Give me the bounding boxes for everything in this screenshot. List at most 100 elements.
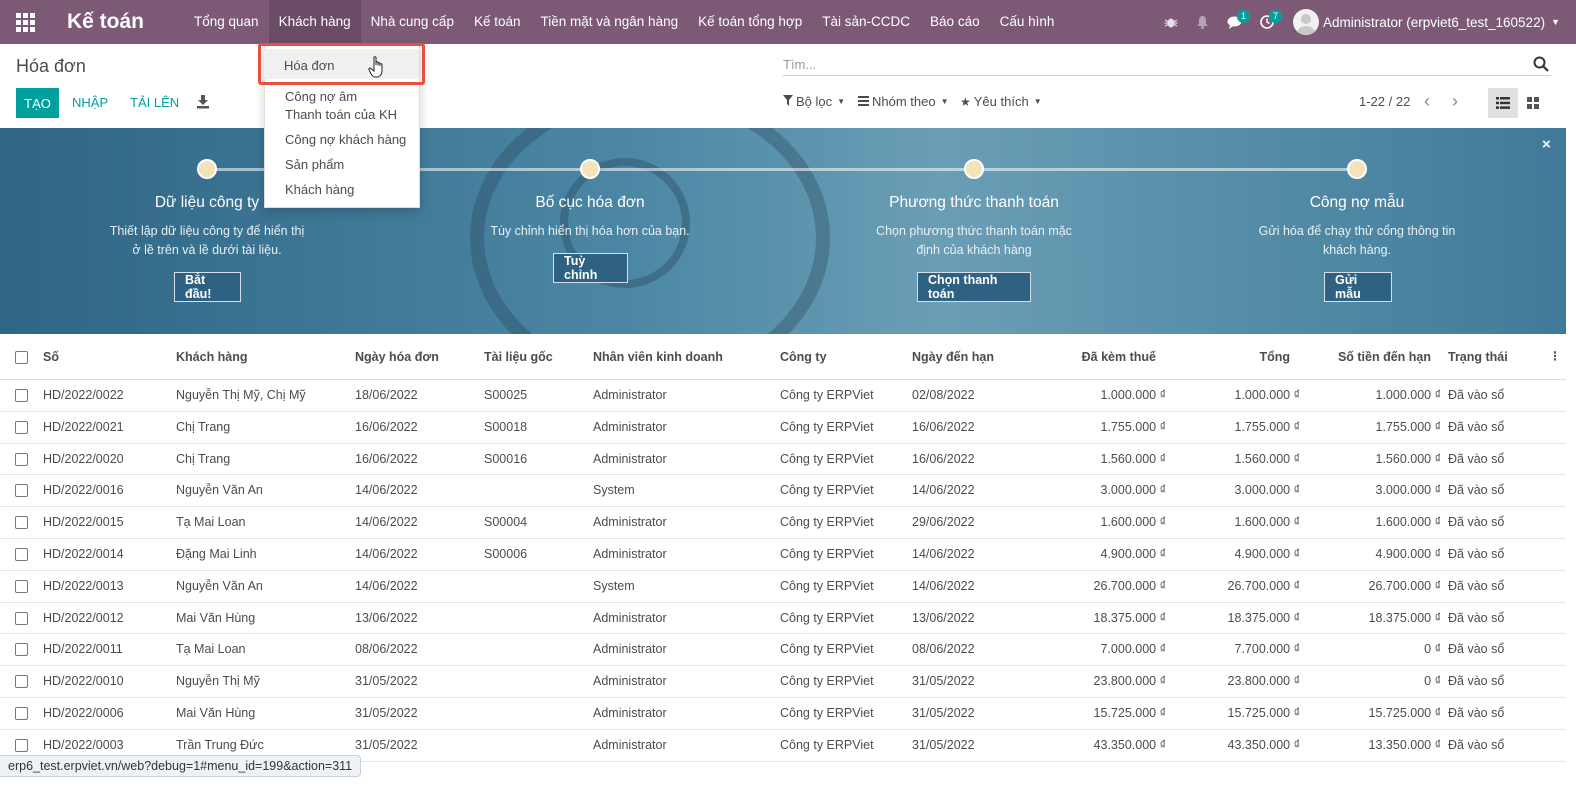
kanban-view-button[interactable] [1518, 88, 1548, 118]
choose-payment-button[interactable]: Chọn thanh toán [917, 272, 1031, 302]
cell-salesperson: Administrator [593, 674, 667, 689]
chevron-down-icon: ▼ [1033, 97, 1042, 106]
column-header-tax-included[interactable]: Đã kèm thuế [1050, 350, 1156, 364]
bell-icon[interactable] [1187, 0, 1219, 44]
apps-menu-icon[interactable] [3, 0, 47, 44]
column-header-salesperson[interactable]: Nhân viên kinh doanh [593, 350, 723, 364]
user-menu[interactable]: Administrator (erpviet6_test_160522) ▼ [1292, 9, 1560, 35]
start-button[interactable]: Bắt đầu! [174, 272, 241, 302]
debug-bug-icon[interactable] [1155, 0, 1187, 44]
column-header-number[interactable]: Số [43, 350, 59, 364]
menu-nha-cung-cap[interactable]: Nhà cung cấp [361, 0, 464, 44]
cell-status: Đã vào sổ [1448, 642, 1505, 657]
cell-source-document: S00025 [484, 388, 528, 402]
row-checkbox[interactable] [15, 389, 28, 402]
pager-previous-icon[interactable]: ‹ [1424, 91, 1430, 112]
row-checkbox[interactable] [15, 643, 28, 657]
column-header-amount-due[interactable]: Số tiền đến hạn [1320, 350, 1431, 364]
cell-customer: Chị Trang [176, 451, 231, 466]
table-row[interactable]: HD/2022/0013 Nguyễn Văn An 14/06/2022 Syste… [0, 571, 1566, 603]
row-checkbox[interactable] [15, 516, 28, 530]
cell-amount-due: 4.900.000 ₫ [1375, 546, 1442, 561]
menu-tien-mat-ngan-hang[interactable]: Tiền mặt và ngân hàng [531, 0, 689, 44]
table-row[interactable]: HD/2022/0020 Chị Trang 16/06/2022 S00016 Adm… [0, 444, 1566, 476]
customize-button[interactable]: Tuỳ chỉnh [553, 253, 628, 283]
favorites-button[interactable]: ★ Yêu thích ▼ [960, 94, 1042, 109]
cell-customer: Mai Văn Hùng [176, 705, 256, 720]
row-checkbox[interactable] [15, 484, 28, 498]
column-header-company[interactable]: Công ty [780, 350, 827, 364]
import-button[interactable]: NHẬP [72, 88, 108, 118]
search-input[interactable] [783, 54, 1523, 74]
menu-bao-cao[interactable]: Báo cáo [920, 0, 990, 44]
cell-invoice-date: 14/06/2022 [355, 578, 418, 593]
column-header-source-document[interactable]: Tài liệu gốc [484, 350, 553, 364]
cell-source-document: S00016 [484, 451, 528, 466]
row-checkbox[interactable] [15, 706, 28, 720]
search-icon[interactable] [1533, 56, 1549, 72]
cell-company: Công ty ERPViet [780, 737, 874, 752]
menu-cau-hinh[interactable]: Cấu hình [990, 0, 1065, 44]
table-row[interactable]: HD/2022/0021 Chị Trang 16/06/2022 S00018 Adm… [0, 412, 1566, 444]
row-checkbox[interactable] [15, 738, 28, 752]
cell-total: 23.800.000 ₫ [1227, 674, 1300, 689]
cell-invoice-date: 31/05/2022 [355, 705, 418, 720]
column-header-invoice-date[interactable]: Ngày hóa đơn [355, 350, 439, 364]
cell-status: Đã vào sổ [1448, 515, 1505, 530]
activity-clock-icon[interactable]: 7 [1251, 0, 1283, 44]
step-payment-method: Phương thức thanh toán Chọn phương thức … [844, 194, 1104, 260]
row-checkbox[interactable] [15, 420, 28, 434]
table-row[interactable]: HD/2022/0006 Mai Văn Hùng 31/05/2022 Admini… [0, 698, 1566, 730]
column-header-due-date[interactable]: Ngày đến hạn [912, 350, 994, 364]
app-brand[interactable]: Kế toán [67, 10, 144, 34]
filter-button[interactable]: Bộ lọc ▼ [783, 94, 845, 109]
top-navbar: Kế toán Tổng quan Khách hàng Nhà cung cấ… [0, 0, 1576, 44]
user-name: Administrator (erpviet6_test_160522) [1322, 14, 1546, 30]
table-row[interactable]: HD/2022/0016 Nguyễn Văn An 14/06/2022 Syste… [0, 475, 1566, 508]
cell-amount-due: 13.350.000 ₫ [1368, 737, 1441, 752]
row-checkbox[interactable] [15, 611, 28, 625]
cell-status: Đã vào sổ [1448, 578, 1505, 593]
dropdown-item-customer-payments[interactable]: Thanh toán của KH [285, 107, 397, 122]
dropdown-item-invoices[interactable]: Hóa đơn [264, 49, 419, 79]
row-checkbox[interactable] [15, 547, 28, 561]
table-row[interactable]: HD/2022/0022 Nguyễn Thị Mỹ, Chị Mỹ 18/06/2… [0, 380, 1566, 412]
dropdown-item-customers[interactable]: Khách hàng [285, 182, 354, 197]
dropdown-item-debit-notes[interactable]: Công nợ âm [285, 89, 357, 104]
download-icon[interactable] [196, 94, 210, 110]
group-by-button[interactable]: Nhóm theo ▼ [858, 94, 949, 109]
pager-next-icon[interactable]: › [1452, 91, 1458, 112]
column-header-customer[interactable]: Khách hàng [176, 350, 248, 364]
menu-tai-san-ccdc[interactable]: Tài sản-CCDC [812, 0, 920, 44]
send-sample-button[interactable]: Gửi mẫu [1324, 272, 1392, 302]
column-header-status[interactable]: Trạng thái [1448, 350, 1508, 364]
dropdown-item-customer-receivables[interactable]: Công nợ khách hàng [285, 132, 406, 147]
close-icon[interactable]: × [1542, 136, 1551, 153]
menu-khach-hang[interactable]: Khách hàng [268, 0, 361, 44]
chat-icon[interactable]: 1 [1219, 0, 1251, 44]
list-view-button[interactable] [1488, 88, 1518, 118]
menu-tong-quan[interactable]: Tổng quan [184, 0, 269, 44]
cell-amount-due: 18.375.000 ₫ [1368, 610, 1441, 625]
table-row[interactable]: HD/2022/0014 Đặng Mai Linh 14/06/2022 S0000… [0, 539, 1566, 571]
dropdown-item-products[interactable]: Sản phẩm [285, 157, 344, 172]
upload-button[interactable]: TẢI LÊN [130, 88, 179, 118]
menu-ke-toan-tong-hop[interactable]: Kế toán tổng hợp [688, 0, 812, 44]
select-all-checkbox[interactable] [15, 351, 28, 364]
create-button[interactable]: TẠO [16, 88, 59, 118]
cell-company: Công ty ERPViet [780, 419, 874, 434]
menu-ke-toan[interactable]: Kế toán [464, 0, 531, 44]
column-header-total[interactable]: Tổng [1190, 350, 1290, 364]
cell-invoice-date: 08/06/2022 [355, 642, 418, 657]
row-checkbox[interactable] [15, 579, 28, 593]
table-row[interactable]: HD/2022/0011 Tạ Mai Loan 08/06/2022 Adminis… [0, 634, 1566, 667]
column-options-icon[interactable]: ⋮ [1549, 349, 1561, 363]
row-checkbox[interactable] [15, 675, 28, 689]
row-checkbox[interactable] [15, 452, 28, 466]
cell-salesperson: Administrator [593, 610, 667, 625]
table-row[interactable]: HD/2022/0010 Nguyễn Thị Mỹ 31/05/2022 Admin… [0, 666, 1566, 698]
cell-customer: Đặng Mai Linh [176, 546, 257, 561]
table-row[interactable]: HD/2022/0012 Mai Văn Hùng 13/06/2022 Admini… [0, 603, 1566, 635]
table-row[interactable]: HD/2022/0015 Tạ Mai Loan 14/06/2022 S00004 A… [0, 507, 1566, 539]
pager-value[interactable]: 1-22 / 22 [1359, 94, 1410, 109]
